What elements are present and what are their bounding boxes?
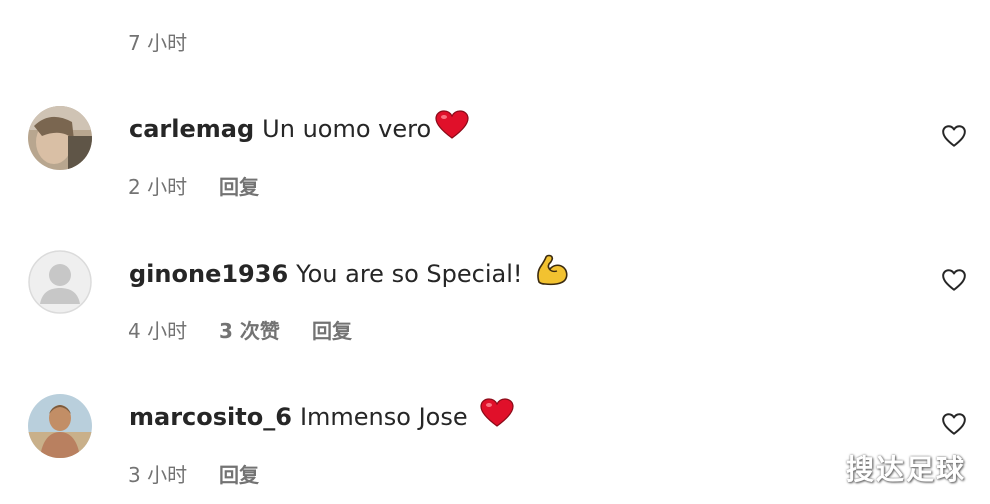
like-heart-icon[interactable] xyxy=(941,123,967,149)
comment-text: You are so Special! xyxy=(296,259,523,288)
red-heart-emoji-icon xyxy=(435,110,469,147)
comment-line: carlemag Un uomo vero xyxy=(129,110,469,147)
avatar-photo-icon xyxy=(28,394,92,458)
default-avatar-icon xyxy=(28,250,92,314)
avatar[interactable] xyxy=(28,106,92,170)
comment-timestamp: 2 小时 xyxy=(128,175,188,199)
like-heart-icon[interactable] xyxy=(941,411,967,437)
flexed-biceps-emoji-icon xyxy=(535,254,569,293)
comment-username[interactable]: carlemag xyxy=(129,114,254,144)
reply-button[interactable]: 回复 xyxy=(312,319,352,343)
previous-comment-timestamp: 7 小时 xyxy=(128,31,188,55)
comment-timestamp: 4 小时 xyxy=(128,319,188,343)
avatar-photo-icon xyxy=(28,106,92,170)
avatar[interactable] xyxy=(28,394,92,458)
likes-count-button[interactable]: 3 次赞 xyxy=(219,319,280,343)
comment-username[interactable]: ginone1936 xyxy=(129,259,288,289)
watermark: 搜达足球 xyxy=(846,453,967,486)
avatar[interactable] xyxy=(28,250,92,314)
comment-text: Immenso Jose xyxy=(299,402,468,431)
reply-button[interactable]: 回复 xyxy=(219,175,259,199)
comment-text: Un uomo vero xyxy=(262,114,432,143)
comment-username[interactable]: marcosito_6 xyxy=(129,402,292,432)
comment-timestamp: 3 小时 xyxy=(128,463,188,487)
reply-button[interactable]: 回复 xyxy=(219,463,259,487)
comment-line: ginone1936 You are so Special! xyxy=(129,254,569,293)
red-heart-emoji-icon xyxy=(480,398,514,435)
comment-line: marcosito_6 Immenso Jose xyxy=(129,398,514,435)
like-heart-icon[interactable] xyxy=(941,267,967,293)
